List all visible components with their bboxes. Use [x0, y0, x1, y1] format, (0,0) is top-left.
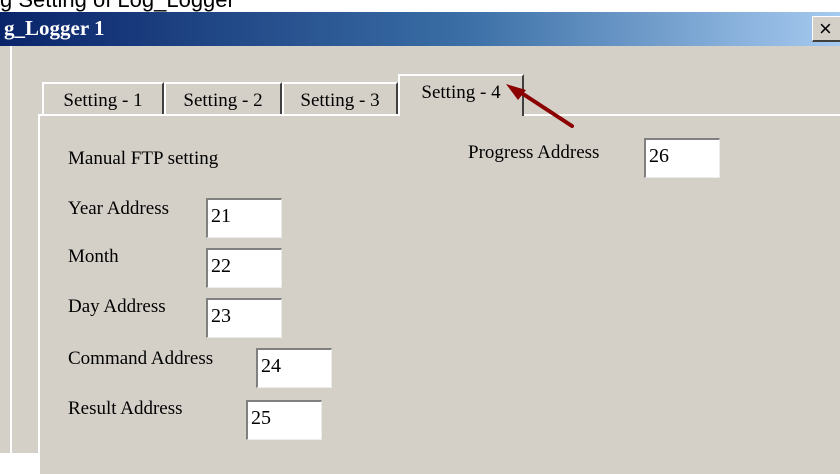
- annotation-arrow-icon: [506, 84, 574, 128]
